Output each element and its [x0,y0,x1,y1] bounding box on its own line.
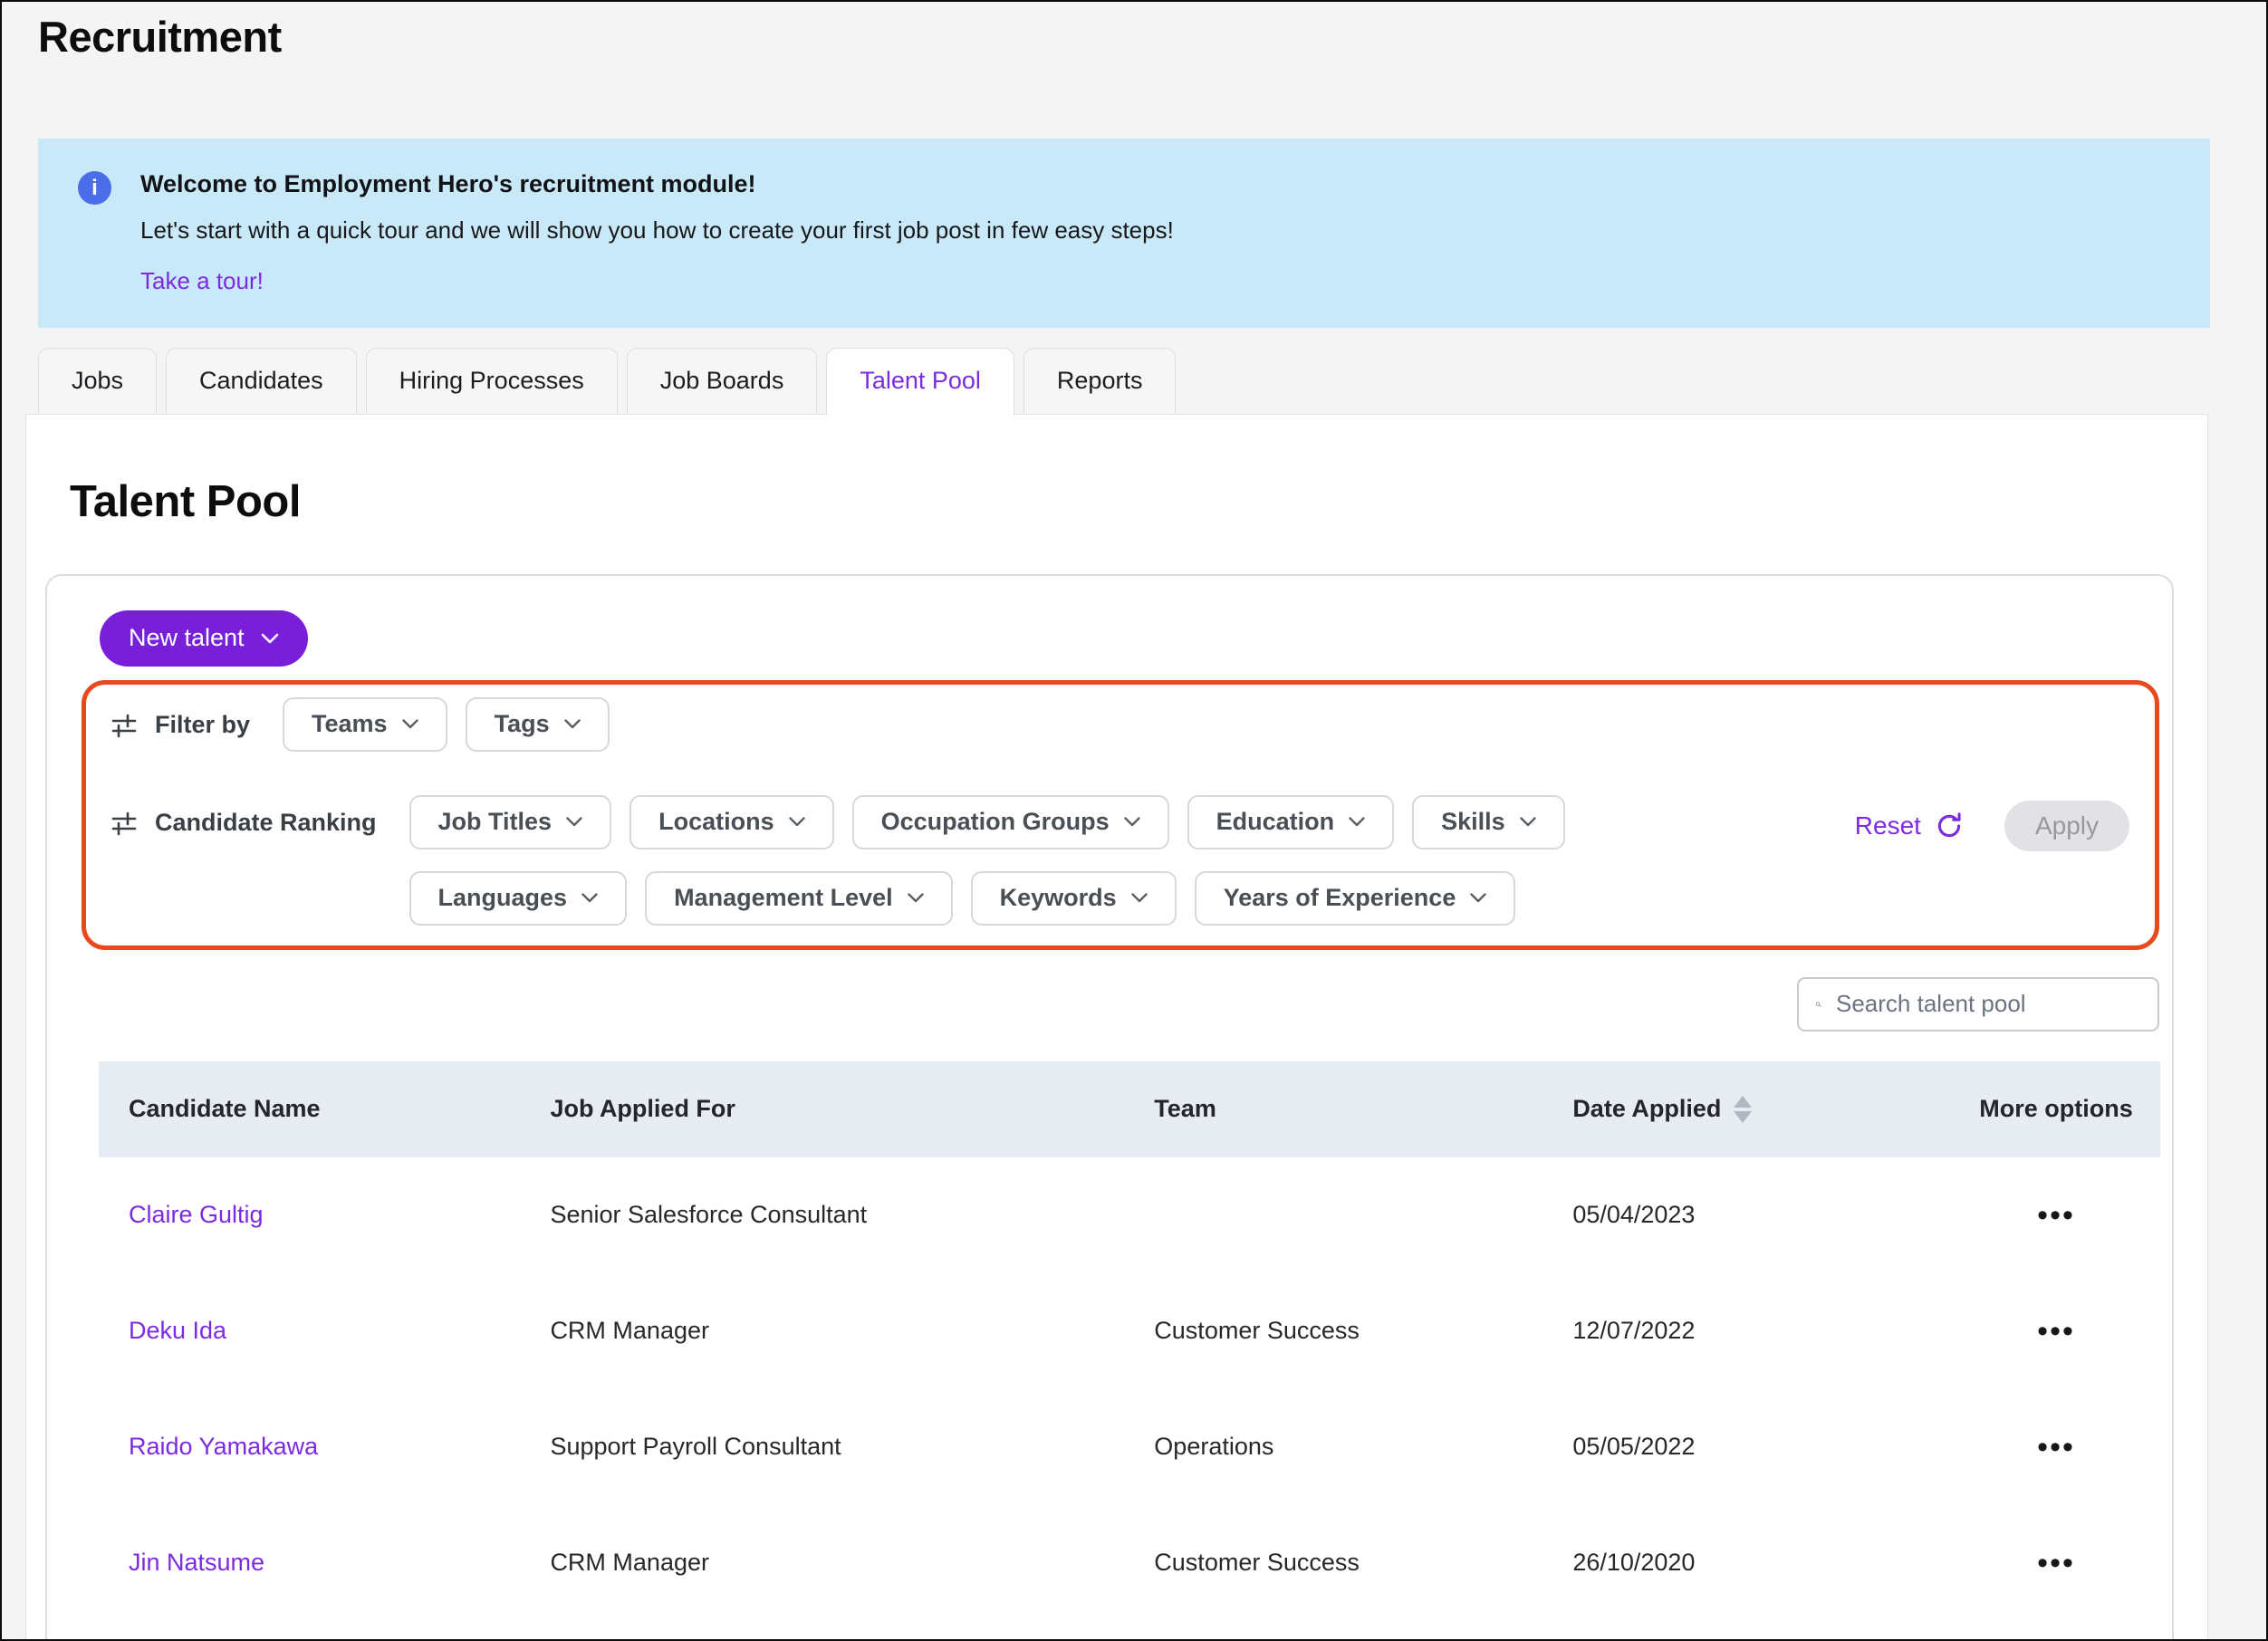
chevron-down-icon [1470,893,1486,903]
chevron-down-icon [1124,817,1140,827]
banner-subtitle: Let's start with a quick tour and we wil… [140,216,1174,245]
filter-by-dropdowns: Teams Tags [283,697,610,752]
chevron-down-icon [908,893,924,903]
row-more-options-button[interactable]: ••• [2032,1547,2081,1579]
banner-title: Welcome to Employment Hero's recruitment… [140,169,1174,198]
row-more-options-button[interactable]: ••• [2032,1199,2081,1232]
chevron-down-icon [566,817,582,827]
chevron-down-icon [1349,817,1365,827]
take-a-tour-link[interactable]: Take a tour! [140,267,264,295]
new-talent-button[interactable]: New talent [100,610,308,667]
candidate-ranking-dropdowns: Job Titles Locations Occupation Groups E… [409,795,1696,926]
banner-content: Welcome to Employment Hero's recruitment… [140,169,1174,295]
chevron-down-icon [789,817,805,827]
welcome-banner: i Welcome to Employment Hero's recruitme… [38,139,2210,328]
talent-pool-table: Candidate Name Job Applied For Team Date… [99,1061,2160,1621]
tab-reports[interactable]: Reports [1023,348,1177,414]
column-header-job-applied-for: Job Applied For [550,1095,1154,1123]
ranking-dropdown-education[interactable]: Education [1187,795,1395,849]
column-header-candidate-name: Candidate Name [99,1095,550,1123]
ranking-dropdown-languages[interactable]: Languages [409,871,628,926]
candidate-ranking-label: Candidate Ranking [110,795,377,851]
reset-button[interactable]: Reset [1850,810,1970,842]
ranking-dropdown-keywords[interactable]: Keywords [971,871,1177,926]
search-icon [1815,992,1821,1017]
filter-dropdown-tags[interactable]: Tags [466,697,610,752]
filter-dropdown-teams[interactable]: Teams [283,697,447,752]
filter-section: Filter by Teams Tags Candidate Ranking J… [82,680,2159,950]
page-title: Recruitment [38,13,2266,62]
table-row: Claire Gultig Senior Salesforce Consulta… [99,1157,2160,1273]
ranking-dropdown-skills[interactable]: Skills [1412,795,1565,849]
tab-talent-pool[interactable]: Talent Pool [826,348,1014,414]
ranking-dropdown-locations[interactable]: Locations [629,795,834,849]
info-icon: i [78,171,111,205]
tab-job-boards[interactable]: Job Boards [627,348,818,414]
chevron-down-icon [564,719,581,729]
talent-pool-panel: Talent Pool New talent Filter by Teams T… [25,414,2208,1641]
chevron-down-icon [1520,817,1536,827]
column-header-team: Team [1154,1095,1572,1123]
table-header: Candidate Name Job Applied For Team Date… [99,1061,2160,1157]
filter-actions: Reset Apply [1850,801,2129,851]
job-applied-cell: Senior Salesforce Consultant [550,1201,1154,1229]
tab-hiring-processes[interactable]: Hiring Processes [366,348,618,414]
module-tabs: Jobs Candidates Hiring Processes Job Boa… [38,348,2266,414]
filter-by-row: Filter by Teams Tags [110,697,2129,753]
date-applied-cell: 12/07/2022 [1572,1317,1952,1345]
job-applied-cell: CRM Manager [550,1317,1154,1345]
date-applied-cell: 05/04/2023 [1572,1201,1952,1229]
search-row [47,977,2159,1032]
table-row: Raido Yamakawa Support Payroll Consultan… [99,1389,2160,1505]
chevron-down-icon [1131,893,1148,903]
team-cell: Operations [1154,1433,1572,1461]
recruitment-page: Recruitment i Welcome to Employment Hero… [0,0,2268,1641]
row-more-options-button[interactable]: ••• [2032,1431,2081,1463]
sliders-icon [110,711,139,740]
candidate-name-link[interactable]: Claire Gultig [129,1201,264,1228]
team-cell: Customer Success [1154,1317,1572,1345]
candidate-name-link[interactable]: Jin Natsume [129,1549,264,1576]
row-more-options-button[interactable]: ••• [2032,1315,2081,1348]
date-applied-cell: 26/10/2020 [1572,1549,1952,1577]
filter-by-label: Filter by [110,697,250,753]
sort-arrows-icon[interactable] [1734,1096,1752,1123]
search-input[interactable] [1834,989,2141,1019]
tab-jobs[interactable]: Jobs [38,348,157,414]
ranking-dropdown-job-titles[interactable]: Job Titles [409,795,612,849]
job-applied-cell: CRM Manager [550,1549,1154,1577]
date-applied-cell: 05/05/2022 [1572,1433,1952,1461]
ranking-dropdown-management-level[interactable]: Management Level [645,871,953,926]
chevron-down-icon [261,633,279,644]
chevron-down-icon [581,893,598,903]
ranking-dropdown-occupation-groups[interactable]: Occupation Groups [852,795,1169,849]
candidate-name-link[interactable]: Raido Yamakawa [129,1433,318,1460]
team-cell: Customer Success [1154,1549,1572,1577]
chevron-down-icon [402,719,418,729]
column-header-date-applied: Date Applied [1572,1095,1952,1123]
column-header-more-options: More options [1952,1095,2160,1123]
talent-pool-card: New talent Filter by Teams Tags [45,574,2174,1641]
search-box [1797,977,2159,1032]
job-applied-cell: Support Payroll Consultant [550,1433,1154,1461]
section-title: Talent Pool [70,476,2207,527]
refresh-icon [1934,811,1965,841]
sliders-icon [110,809,139,838]
table-row: Deku Ida CRM Manager Customer Success 12… [99,1273,2160,1389]
candidate-ranking-row: Candidate Ranking Job Titles Locations O… [110,795,2129,926]
apply-button[interactable]: Apply [2004,801,2129,851]
ranking-dropdown-years-of-experience[interactable]: Years of Experience [1195,871,1516,926]
tab-candidates[interactable]: Candidates [166,348,357,414]
candidate-name-link[interactable]: Deku Ida [129,1317,226,1344]
table-row: Jin Natsume CRM Manager Customer Success… [99,1505,2160,1621]
